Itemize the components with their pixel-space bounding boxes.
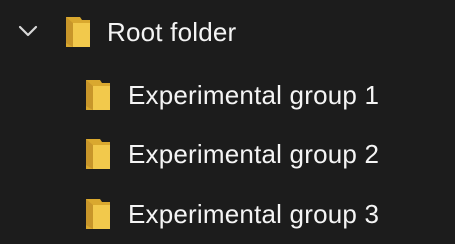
folder-tree: Root folder Experimental group 1 Experim…: [0, 0, 455, 244]
tree-item-label: Experimental group 2: [128, 139, 380, 169]
folder-icon: [86, 199, 110, 229]
folder-icon: [86, 80, 110, 110]
tree-item-label: Experimental group 3: [128, 199, 380, 229]
tree-item-label: Root folder: [107, 17, 237, 47]
tree-item-experimental-group-3[interactable]: Experimental group 3: [0, 190, 455, 238]
folder-icon: [66, 17, 90, 47]
tree-item-label: Experimental group 1: [128, 80, 380, 110]
chevron-down-icon[interactable]: [18, 24, 38, 38]
tree-item-experimental-group-1[interactable]: Experimental group 1: [0, 71, 455, 119]
tree-item-experimental-group-2[interactable]: Experimental group 2: [0, 130, 455, 178]
tree-item-root-folder[interactable]: Root folder: [0, 8, 455, 56]
folder-icon: [86, 139, 110, 169]
